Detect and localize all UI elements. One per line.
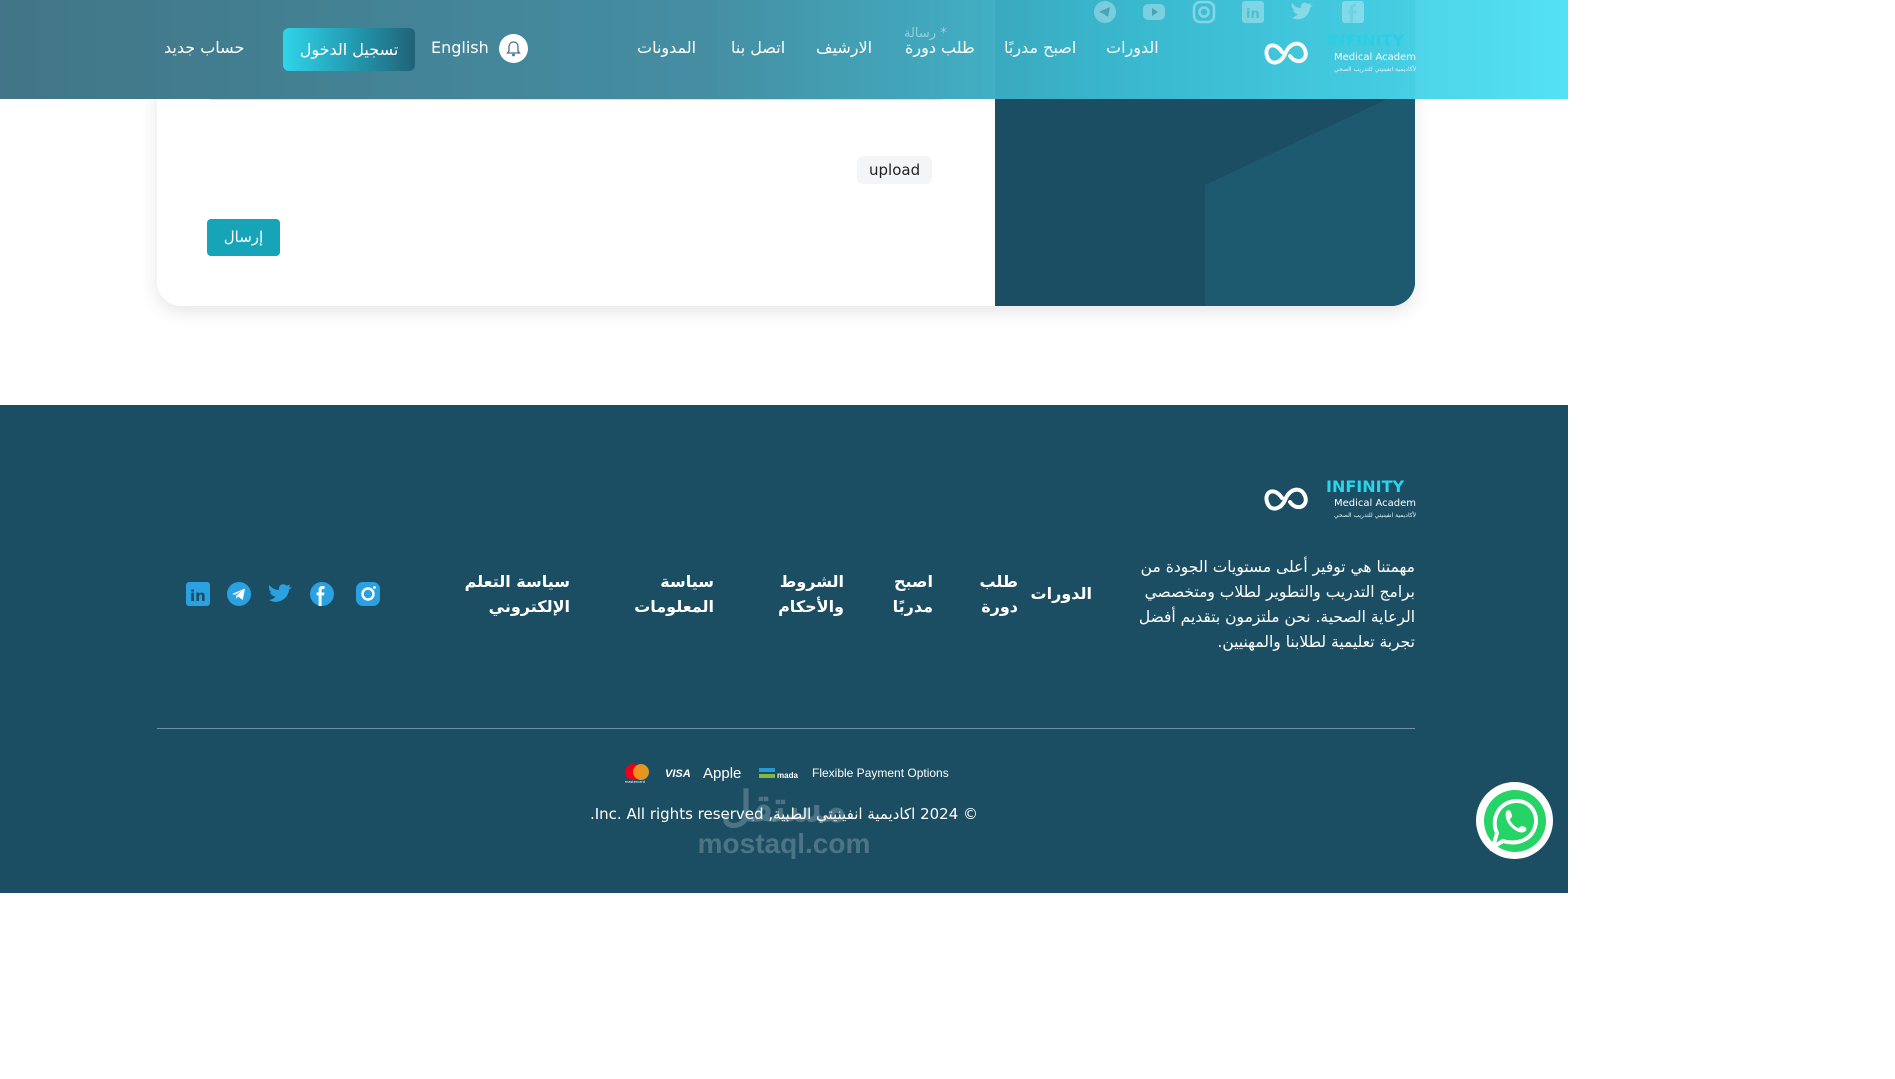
language-switch[interactable]: English — [431, 38, 489, 57]
svg-text:mada: mada — [777, 771, 798, 780]
whatsapp-icon[interactable] — [1476, 782, 1553, 859]
twitter-icon[interactable] — [267, 581, 293, 607]
site-header: INFINITY Medical Academy الأكاديمية انفي… — [0, 0, 1568, 99]
footer-link-terms[interactable]: الشروط والأحكام — [770, 569, 844, 619]
upload-button[interactable]: upload — [857, 156, 933, 184]
payment-methods: mastercard VISA Apple Pay mada Flexible … — [622, 762, 949, 784]
watermark-latin: mostaql.com — [697, 828, 871, 859]
mission-text: مهمتنا هي توفير أعلى مستويات الجودة من ب… — [1138, 558, 1415, 651]
linkedin-icon[interactable]: in — [1241, 0, 1265, 24]
svg-text:in: in — [1246, 7, 1260, 22]
footer-brand-tagline: الأكاديمية انفينيتي للتدريب الصحي — [1334, 511, 1416, 519]
nav-courses[interactable]: الدورات — [1106, 38, 1159, 57]
brand-sub: Medical Academy — [1334, 52, 1416, 63]
send-button[interactable]: إرسال — [207, 219, 280, 256]
instagram-icon[interactable] — [355, 581, 381, 607]
brand-logo[interactable]: INFINITY Medical Academy الأكاديمية انفي… — [1264, 26, 1416, 76]
site-footer: INFINITY Medical Academy الأكاديمية انفي… — [0, 405, 1568, 893]
copyright-text: © 2024 اكاديمية انفينيتي الطبية, Inc. Al… — [589, 805, 979, 823]
footer-link-info-policy[interactable]: سياسة المعلومات — [628, 569, 714, 619]
brand-tagline: الأكاديمية انفينيتي للتدريب الصحي — [1334, 65, 1416, 73]
mada-icon: mada — [759, 768, 798, 780]
nav-contact[interactable]: اتصل بنا — [731, 38, 785, 57]
visa-icon: VISA — [665, 768, 690, 780]
facebook-icon[interactable] — [1341, 0, 1365, 24]
footer-link-become-trainer[interactable]: اصبح مدربًا — [889, 569, 933, 619]
facebook-icon[interactable] — [309, 581, 335, 607]
svg-text:in: in — [190, 587, 206, 605]
mastercard-icon: mastercard — [625, 764, 649, 784]
footer-link-elearning-policy[interactable]: سياسة التعلم الإلكتروني — [456, 569, 570, 619]
notification-bell-icon[interactable] — [499, 34, 528, 63]
twitter-icon[interactable] — [1290, 0, 1314, 24]
nav-archive[interactable]: الارشيف — [816, 38, 872, 57]
login-button[interactable]: تسجيل الدخول — [283, 28, 415, 71]
footer-divider — [157, 728, 1415, 729]
decorative-shape — [1205, 86, 1415, 306]
nav-blogs[interactable]: المدونات — [637, 38, 696, 57]
footer-brand-sub: Medical Academy — [1334, 498, 1416, 509]
footer-brand-logo[interactable]: INFINITY Medical Academy الأكاديمية انفي… — [1264, 472, 1416, 522]
linkedin-icon[interactable]: in — [185, 581, 211, 607]
footer-link-courses[interactable]: الدورات — [1031, 581, 1092, 606]
footer-brand-name: INFINITY — [1326, 477, 1404, 496]
nav-overlay-label: رسالة * — [904, 26, 947, 41]
svg-text:VISA: VISA — [665, 768, 690, 780]
telegram-icon[interactable] — [226, 581, 252, 607]
youtube-icon[interactable] — [1142, 0, 1166, 24]
signup-link[interactable]: حساب جديد — [164, 38, 244, 57]
brand-name: INFINITY — [1326, 31, 1404, 50]
apple-pay-icon: Apple Pay — [703, 765, 746, 782]
svg-text:Apple Pay: Apple Pay — [703, 765, 746, 782]
instagram-icon[interactable] — [1192, 0, 1216, 24]
payment-label: Flexible Payment Options — [812, 766, 949, 780]
footer-link-request-course[interactable]: طلب دورة — [978, 569, 1018, 619]
svg-text:mastercard: mastercard — [625, 780, 645, 784]
nav-become-trainer[interactable]: اصبح مدربًا — [1004, 38, 1076, 57]
telegram-icon[interactable] — [1093, 0, 1117, 24]
